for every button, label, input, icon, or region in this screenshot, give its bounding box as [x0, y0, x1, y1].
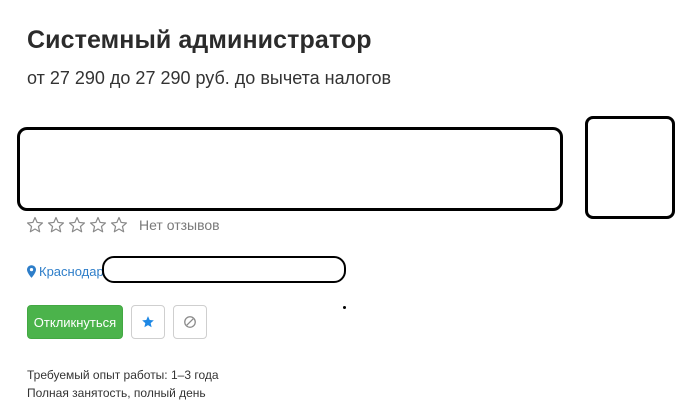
- hide-vacancy-button[interactable]: [173, 305, 207, 339]
- employer-rating: Нет отзывов: [26, 214, 220, 236]
- add-to-favorites-button[interactable]: [131, 305, 165, 339]
- reviews-count-label[interactable]: Нет отзывов: [139, 217, 220, 233]
- vacancy-salary: от 27 290 до 27 290 руб. до вычета налог…: [27, 68, 392, 88]
- stray-dot: [343, 306, 346, 309]
- vacancy-title: Системный администратор: [27, 26, 372, 54]
- location-city-link[interactable]: Краснодар,: [39, 264, 107, 279]
- star-outline-icon: [47, 216, 65, 233]
- block-icon: [184, 316, 196, 328]
- redacted-company-logo: [585, 116, 675, 219]
- star-outline-icon: [26, 216, 44, 233]
- star-outline-icon: [89, 216, 107, 233]
- star-icon: [142, 316, 154, 328]
- redacted-company-name: [17, 127, 563, 211]
- star-outline-icon: [68, 216, 86, 233]
- map-pin-icon: [27, 264, 36, 278]
- redacted-address: [102, 256, 346, 283]
- employment-type: Полная занятость, полный день: [27, 386, 206, 400]
- star-outline-icon: [110, 216, 128, 233]
- required-experience: Требуемый опыт работы: 1–3 года: [27, 368, 219, 382]
- apply-button[interactable]: Откликнуться: [27, 305, 123, 339]
- vacancy-location[interactable]: Краснодар,: [27, 262, 107, 280]
